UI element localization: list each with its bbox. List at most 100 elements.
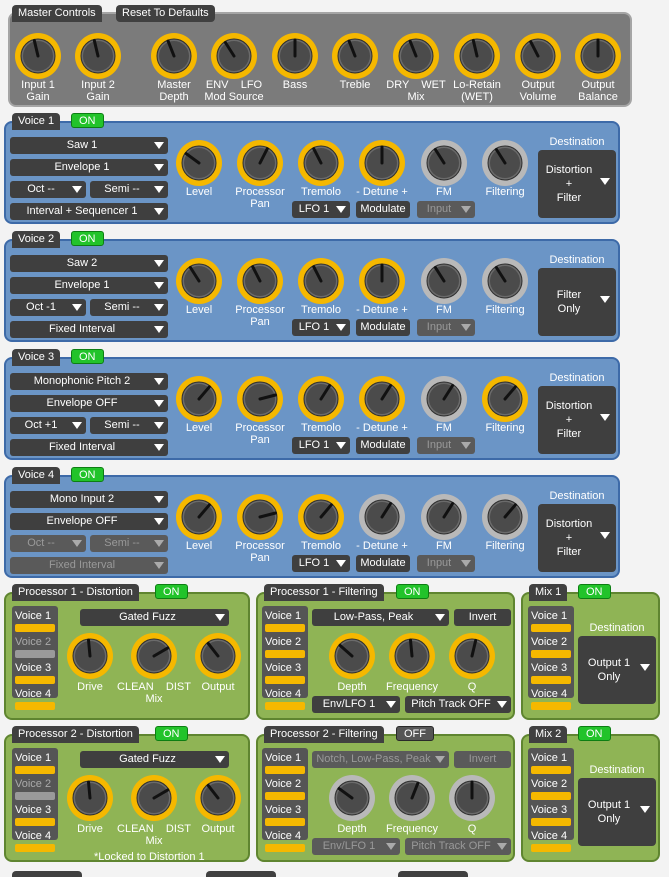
processor-1-invert-button[interactable]: Invert bbox=[454, 609, 511, 626]
voice-4-destination-select[interactable]: Distortion + Filter bbox=[538, 504, 616, 572]
voice-3-knob-3[interactable] bbox=[297, 375, 345, 423]
processor-1-filtering-toggle[interactable]: ON bbox=[396, 584, 429, 599]
voice-2-modulate-button[interactable]: Modulate bbox=[356, 319, 410, 336]
voice-3-toggle[interactable]: ON bbox=[71, 349, 104, 364]
voice-3-knob-6[interactable] bbox=[481, 375, 529, 423]
processor-2-filtering-voices-voice-3[interactable]: Voice 3 bbox=[265, 804, 305, 826]
master-knob-7[interactable] bbox=[392, 32, 440, 80]
voice-2-octave-select[interactable]: Oct -1 bbox=[10, 299, 86, 316]
voice-4-envelope-select[interactable]: Envelope OFF bbox=[10, 513, 168, 530]
voice-2-input-select[interactable]: Input bbox=[417, 319, 475, 336]
mix-2-toggle[interactable]: ON bbox=[578, 726, 611, 741]
master-controls-tab[interactable]: Master Controls bbox=[12, 5, 102, 22]
voice-3-semitone-select[interactable]: Semi -- bbox=[90, 417, 168, 434]
voice-3-knob-2[interactable] bbox=[236, 375, 284, 423]
master-knob-3[interactable] bbox=[150, 32, 198, 80]
voice-2-knob-1[interactable] bbox=[175, 257, 223, 305]
voice-1-envelope-select[interactable]: Envelope 1 bbox=[10, 159, 168, 176]
voice-1-knob-3[interactable] bbox=[297, 139, 345, 187]
master-knob-8[interactable] bbox=[453, 32, 501, 80]
master-knob-4[interactable] bbox=[210, 32, 258, 80]
processor-1-filtering-voices-voice-3[interactable]: Voice 3 bbox=[265, 662, 305, 684]
mix-2-voices-voice-3[interactable]: Voice 3 bbox=[531, 804, 571, 826]
voice-2-envelope-select[interactable]: Envelope 1 bbox=[10, 277, 168, 294]
mix-2-voices-voice-1[interactable]: Voice 1 bbox=[531, 752, 571, 774]
processor-1-filtering-voices-voice-1[interactable]: Voice 1 bbox=[265, 610, 305, 632]
voice-2-knob-2[interactable] bbox=[236, 257, 284, 305]
master-knob-10[interactable] bbox=[574, 32, 622, 80]
voice-1-modulate-button[interactable]: Modulate bbox=[356, 201, 410, 218]
voice-4-knob-1[interactable] bbox=[175, 493, 223, 541]
voice-1-input-select[interactable]: Input bbox=[417, 201, 475, 218]
processor-1-distortion-knob-1[interactable] bbox=[66, 632, 114, 680]
voice-2-semitone-select[interactable]: Semi -- bbox=[90, 299, 168, 316]
voice-2-destination-select[interactable]: Filter Only bbox=[538, 268, 616, 336]
voice-3-lfo-select[interactable]: LFO 1 bbox=[292, 437, 350, 454]
voice-3-destination-select[interactable]: Distortion + Filter bbox=[538, 386, 616, 454]
voice-1-source-select[interactable]: Saw 1 bbox=[10, 137, 168, 154]
processor-2-distortion-type-select[interactable]: Gated Fuzz bbox=[80, 751, 229, 768]
voice-4-knob-5[interactable] bbox=[420, 493, 468, 541]
master-knob-1[interactable] bbox=[14, 32, 62, 80]
voice-3-input-select[interactable]: Input bbox=[417, 437, 475, 454]
voice-4-interval-select[interactable]: Fixed Interval bbox=[10, 557, 168, 574]
processor-2-distortion-toggle[interactable]: ON bbox=[155, 726, 188, 741]
processor-2-filtering-knob-1[interactable] bbox=[328, 774, 376, 822]
voice-1-octave-select[interactable]: Oct -- bbox=[10, 181, 86, 198]
voice-4-lfo-select[interactable]: LFO 1 bbox=[292, 555, 350, 572]
voice-4-toggle[interactable]: ON bbox=[71, 467, 104, 482]
voice-1-toggle[interactable]: ON bbox=[71, 113, 104, 128]
processor-1-env-lfo-select[interactable]: Env/LFO 1 bbox=[312, 696, 400, 713]
processor-1-distortion-voices-voice-4[interactable]: Voice 4 bbox=[15, 688, 55, 710]
processor-2-distortion-voices-voice-3[interactable]: Voice 3 bbox=[15, 804, 55, 826]
processor-2-distortion-voices-voice-1[interactable]: Voice 1 bbox=[15, 752, 55, 774]
mix-1-voices-voice-1[interactable]: Voice 1 bbox=[531, 610, 571, 632]
processor-1-distortion-voices-voice-1[interactable]: Voice 1 bbox=[15, 610, 55, 632]
voice-1-knob-4[interactable] bbox=[358, 139, 406, 187]
voice-4-semitone-select[interactable]: Semi -- bbox=[90, 535, 168, 552]
mix-2-voices-voice-2[interactable]: Voice 2 bbox=[531, 778, 571, 800]
voice-3-interval-select[interactable]: Fixed Interval bbox=[10, 439, 168, 456]
voice-2-interval-select[interactable]: Fixed Interval bbox=[10, 321, 168, 338]
processor-2-filtering-voices-voice-2[interactable]: Voice 2 bbox=[265, 778, 305, 800]
master-knob-5[interactable] bbox=[271, 32, 319, 80]
voice-2-knob-5[interactable] bbox=[420, 257, 468, 305]
mix-1-toggle[interactable]: ON bbox=[578, 584, 611, 599]
voice-3-modulate-button[interactable]: Modulate bbox=[356, 437, 410, 454]
mix-2-destination-select[interactable]: Output 1 Only bbox=[578, 778, 656, 846]
processor-2-filtering-toggle[interactable]: OFF bbox=[396, 726, 434, 741]
processor-2-pitch-track-select[interactable]: Pitch Track OFF bbox=[405, 838, 511, 855]
processor-1-distortion-type-select[interactable]: Gated Fuzz bbox=[80, 609, 229, 626]
processor-2-distortion-knob-2[interactable] bbox=[130, 774, 178, 822]
processor-2-distortion-voices-voice-2[interactable]: Voice 2 bbox=[15, 778, 55, 800]
voice-1-knob-5[interactable] bbox=[420, 139, 468, 187]
voice-4-knob-3[interactable] bbox=[297, 493, 345, 541]
processor-1-distortion-toggle[interactable]: ON bbox=[155, 584, 188, 599]
voice-2-knob-4[interactable] bbox=[358, 257, 406, 305]
reset-defaults-button[interactable]: Reset To Defaults bbox=[116, 5, 215, 22]
voice-3-source-select[interactable]: Monophonic Pitch 2 bbox=[10, 373, 168, 390]
processor-2-invert-button[interactable]: Invert bbox=[454, 751, 511, 768]
processor-1-filtering-knob-1[interactable] bbox=[328, 632, 376, 680]
master-knob-6[interactable] bbox=[331, 32, 379, 80]
processor-1-filtering-knob-3[interactable] bbox=[448, 632, 496, 680]
processor-1-filter-type-select[interactable]: Low-Pass, Peak bbox=[312, 609, 449, 626]
voice-3-knob-5[interactable] bbox=[420, 375, 468, 423]
processor-2-distortion-voices-voice-4[interactable]: Voice 4 bbox=[15, 830, 55, 852]
voice-1-knob-6[interactable] bbox=[481, 139, 529, 187]
processor-2-filtering-knob-2[interactable] bbox=[388, 774, 436, 822]
processor-2-filtering-knob-3[interactable] bbox=[448, 774, 496, 822]
voice-3-octave-select[interactable]: Oct +1 bbox=[10, 417, 86, 434]
processor-1-distortion-knob-2[interactable] bbox=[130, 632, 178, 680]
voice-2-toggle[interactable]: ON bbox=[71, 231, 104, 246]
voice-1-semitone-select[interactable]: Semi -- bbox=[90, 181, 168, 198]
voice-1-lfo-select[interactable]: LFO 1 bbox=[292, 201, 350, 218]
processor-2-distortion-knob-3[interactable] bbox=[194, 774, 242, 822]
mix-2-voices-voice-4[interactable]: Voice 4 bbox=[531, 830, 571, 852]
processor-2-distortion-knob-1[interactable] bbox=[66, 774, 114, 822]
voice-4-source-select[interactable]: Mono Input 2 bbox=[10, 491, 168, 508]
voice-4-knob-2[interactable] bbox=[236, 493, 284, 541]
voice-1-knob-1[interactable] bbox=[175, 139, 223, 187]
voice-4-octave-select[interactable]: Oct -- bbox=[10, 535, 86, 552]
processor-1-pitch-track-select[interactable]: Pitch Track OFF bbox=[405, 696, 511, 713]
